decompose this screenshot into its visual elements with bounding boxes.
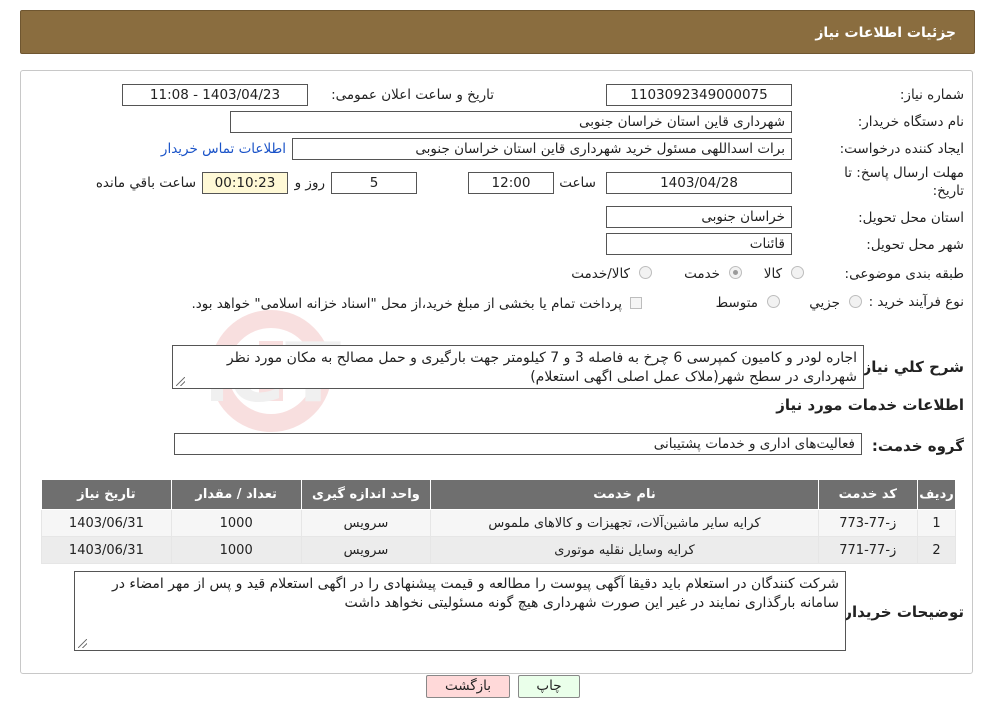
treasury-checkbox[interactable] [630, 297, 642, 309]
process-minor-label: جزیي [809, 295, 840, 311]
requester-label: ایجاد کننده درخواست: [839, 141, 964, 157]
row-code: ز-77-771 [817, 536, 918, 564]
col-index: ردیف [916, 479, 957, 510]
row-unit: سرویس [300, 536, 432, 564]
process-medium-radio[interactable] [767, 295, 780, 308]
service-group-label: گروه خدمت: [871, 437, 964, 455]
resize-grip-icon[interactable] [78, 639, 87, 648]
announce-field: 1403/04/23 - 11:08 [122, 84, 308, 106]
announce-label: تاریخ و ساعت اعلان عمومی: [331, 87, 494, 103]
deadline-date-field: 1403/04/28 [606, 172, 792, 194]
row-name: کرایه سایر ماشین‌آلات، تجهیزات و کالاهای… [430, 509, 819, 537]
need-number-field: 1103092349000075 [606, 84, 792, 106]
days-label: روز و [294, 175, 325, 191]
category-goods-radio[interactable] [791, 266, 804, 279]
col-need-date: تاریخ نیاز [41, 479, 172, 510]
col-unit: واحد اندازه گیری [300, 479, 432, 510]
services-section-title: اطلاعات خدمات مورد نياز [776, 396, 964, 414]
deadline-label-2: تاریخ: [932, 183, 964, 199]
col-service-name: نام خدمت [430, 479, 819, 510]
print-button[interactable]: چاپ [518, 675, 580, 698]
category-goods-service-label: کالا/خدمت [571, 266, 630, 282]
category-label: طبقه بندی موضوعی: [844, 266, 964, 282]
buyer-contact-link[interactable]: اطلاعات تماس خریدار [161, 141, 286, 157]
need-details-panel: AriaTender.neT شماره نیاز: 1103092349000… [20, 70, 973, 674]
category-service-label: خدمت [684, 266, 720, 282]
page-title: جزئیات اطلاعات نیاز [815, 25, 956, 41]
requester-field: برات اسداللهی مسئول خرید شهرداری قاین اس… [292, 138, 792, 160]
delivery-province-label: استان محل تحویل: [858, 210, 964, 226]
remaining-days-field: 5 [331, 172, 417, 194]
process-label: نوع فرآیند خرید : [868, 294, 964, 310]
category-service-radio[interactable] [729, 266, 742, 279]
category-goods-service-radio[interactable] [639, 266, 652, 279]
deadline-label: مهلت ارسال پاسخ: تا [844, 165, 964, 181]
delivery-city-field: قائنات [606, 233, 792, 255]
buyer-notes-text: شرکت کنندگان در استعلام باید دقیقا آگهی … [111, 576, 839, 611]
service-group-field: فعالیت‌های اداری و خدمات پشتیبانی [174, 433, 862, 455]
page-header: جزئیات اطلاعات نیاز [20, 10, 975, 54]
row-date: 1403/06/31 [41, 509, 172, 537]
services-table: ردیف کد خدمت نام خدمت واحد اندازه گیری ت… [41, 479, 957, 564]
delivery-province-field: خراسان جنوبی [606, 206, 792, 228]
buyer-notes-textarea[interactable]: شرکت کنندگان در استعلام باید دقیقا آگهی … [74, 571, 846, 651]
delivery-city-label: شهر محل تحویل: [866, 237, 964, 253]
row-index: 1 [916, 509, 957, 537]
description-label: شرح کلي نياز: [856, 358, 964, 376]
deadline-time-label: ساعت [559, 175, 596, 191]
row-unit: سرویس [300, 509, 432, 537]
buyer-org-field: شهرداری قاین استان خراسان جنوبی [230, 111, 792, 133]
remaining-time-field: 00:10:23 [202, 172, 288, 194]
process-minor-radio[interactable] [849, 295, 862, 308]
table-row: 1 ز-77-773 کرایه سایر ماشین‌آلات، تجهیزا… [41, 509, 957, 537]
description-text: اجاره لودر و کامیون کمپرسی 6 چرخ به فاصل… [226, 350, 857, 385]
table-row: 2 ز-77-771 کرایه وسایل نقلیه موتوری سروی… [41, 536, 957, 564]
buyer-notes-label: توضیحات خریدار: [837, 603, 964, 621]
resize-grip-icon[interactable] [176, 377, 185, 386]
treasury-text: پرداخت تمام یا بخشی از مبلغ خرید،از محل … [191, 296, 622, 312]
buyer-org-label: نام دستگاه خریدار: [857, 114, 964, 130]
col-quantity: تعداد / مقدار [170, 479, 302, 510]
row-qty: 1000 [170, 509, 302, 537]
back-button[interactable]: بازگشت [426, 675, 510, 698]
row-code: ز-77-773 [817, 509, 918, 537]
row-name: کرایه وسایل نقلیه موتوری [430, 536, 819, 564]
table-header-row: ردیف کد خدمت نام خدمت واحد اندازه گیری ت… [41, 479, 957, 510]
process-medium-label: متوسط [715, 295, 758, 311]
description-textarea[interactable]: اجاره لودر و کامیون کمپرسی 6 چرخ به فاصل… [172, 345, 864, 389]
row-date: 1403/06/31 [41, 536, 172, 564]
col-service-code: کد خدمت [817, 479, 918, 510]
remaining-label: ساعت باقي مانده [95, 175, 196, 191]
need-number-label: شماره نیاز: [899, 87, 964, 103]
row-index: 2 [916, 536, 957, 564]
row-qty: 1000 [170, 536, 302, 564]
category-goods-label: کالا [763, 266, 782, 282]
deadline-time-field: 12:00 [468, 172, 554, 194]
